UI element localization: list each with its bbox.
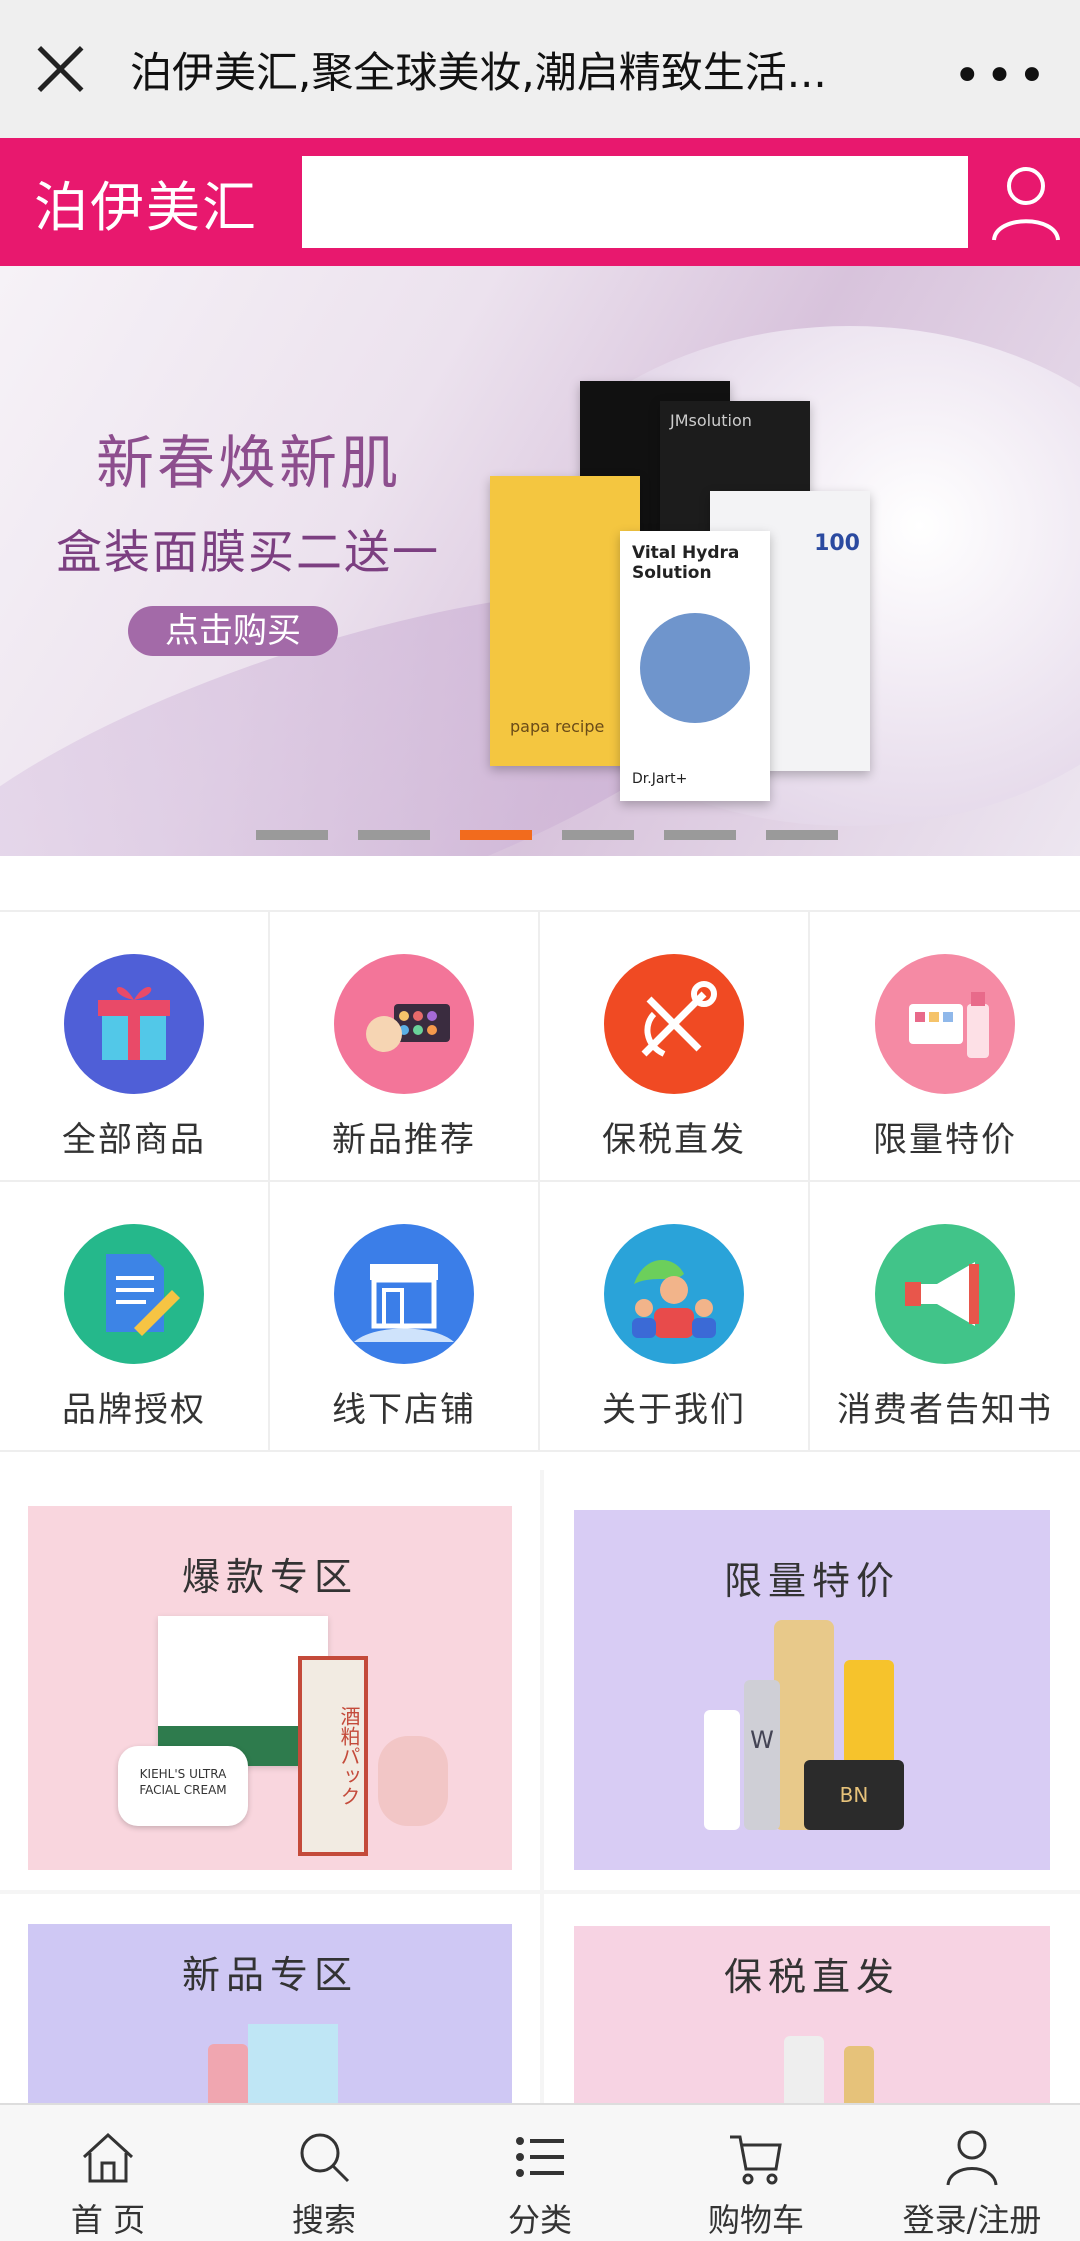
promo-card-new[interactable]: 新品专区: [0, 1894, 540, 2110]
promo-card-hot[interactable]: 爆款专区 KIEHL'S ULTRA FACIAL CREAM 酒粕パック: [0, 1470, 540, 1890]
promo-card-bg: 新品专区: [28, 1924, 512, 2110]
mask-circle: [640, 613, 750, 723]
nav-label: 分类: [507, 2201, 572, 2239]
mask-products-image: JMsolution papa recipe 100 Vital Hydra S…: [490, 381, 940, 821]
mask-brand-text: Dr.Jart+: [632, 771, 688, 787]
perfume-bottle: [378, 1736, 448, 1826]
product-bottle: [844, 2046, 874, 2110]
anchor-icon: [604, 954, 744, 1094]
nav-label: 登录/注册: [902, 2201, 1042, 2239]
gift-icon: [64, 954, 204, 1094]
grid-item-label: 新品推荐: [332, 1120, 476, 1160]
banner-headline: 新春焕新肌: [96, 429, 402, 497]
pagination-dot[interactable]: [460, 830, 532, 840]
drjart-mask-box: Vital Hydra Solution Dr.Jart+: [620, 531, 770, 801]
silver-bottle: W: [744, 1680, 780, 1830]
nav-login-register[interactable]: 登录/注册: [864, 2105, 1080, 2241]
site-header: 泊伊美汇: [0, 138, 1080, 266]
nav-category[interactable]: 分类: [432, 2105, 648, 2241]
category-grid: 全部商品 新品推荐 保税直发 限量特价 品牌授权 线下店铺 关于我们 消费者告知…: [0, 910, 1080, 1452]
document-pencil-icon: [64, 1224, 204, 1364]
grid-item-label: 消费者告知书: [837, 1390, 1053, 1430]
promo-card-bg: 爆款专区 KIEHL'S ULTRA FACIAL CREAM 酒粕パック: [28, 1506, 512, 1870]
banner-subhead: 盒装面膜买二送一: [56, 525, 440, 579]
mask-brand-text: 100: [814, 531, 860, 556]
cosmetics-icon: [875, 954, 1015, 1094]
pagination-dot[interactable]: [664, 830, 736, 840]
product-label: KIEHL'S ULTRA FACIAL CREAM: [139, 1767, 227, 1797]
promo-title: 限量特价: [723, 1559, 900, 1603]
nav-label: 首 页: [70, 2201, 146, 2239]
banner-pagination: [256, 830, 838, 840]
pagination-dot[interactable]: [358, 830, 430, 840]
mask-brand-text: papa recipe: [510, 717, 605, 736]
mask-brand-text: JMsolution: [670, 411, 752, 430]
product-label: W: [750, 1726, 774, 1754]
search-icon: [300, 2133, 350, 2183]
browser-topbar: 泊伊美汇,聚全球美妆,潮启精致生活... •••: [0, 0, 1080, 138]
cart-icon: [730, 2135, 782, 2185]
promo-title: 保税直发: [723, 1955, 900, 1999]
nav-search[interactable]: 搜索: [216, 2105, 432, 2241]
storefront-icon: [334, 1224, 474, 1364]
grid-item-label: 关于我们: [602, 1390, 746, 1430]
grid-item-label: 全部商品: [62, 1120, 206, 1160]
nav-label: 搜索: [291, 2201, 356, 2239]
serum-bottle: [704, 1710, 740, 1830]
promo-card-bg: 限量特价 W BN: [574, 1510, 1050, 1870]
product-label: BN: [839, 1783, 869, 1807]
grid-item-brand-authorization[interactable]: 品牌授权: [0, 1182, 270, 1452]
cream-jar: BN: [804, 1760, 904, 1830]
kiehls-cream-jar: KIEHL'S ULTRA FACIAL CREAM: [118, 1746, 248, 1826]
grid-item-consumer-notice[interactable]: 消费者告知书: [810, 1182, 1080, 1452]
promo-banner[interactable]: 新春焕新肌 盒装面膜买二送一 点击购买 JMsolution papa reci…: [0, 266, 1080, 856]
promo-section: 爆款专区 KIEHL'S ULTRA FACIAL CREAM 酒粕パック 限量…: [0, 1470, 1080, 2110]
user-icon: [946, 2130, 998, 2186]
banner-buy-button[interactable]: 点击购买: [128, 606, 338, 656]
product-label: 酒粕パック: [337, 1706, 361, 1806]
nav-cart[interactable]: 购物车: [648, 2105, 864, 2241]
grid-item-label: 保税直发: [602, 1120, 746, 1160]
nav-home[interactable]: 首 页: [0, 2105, 216, 2241]
page-title: 泊伊美汇,聚全球美妆,潮启精致生活...: [130, 47, 827, 97]
grid-item-offline-stores[interactable]: 线下店铺: [270, 1182, 540, 1452]
promo-title: 新品专区: [181, 1953, 358, 1997]
product-bottle: [784, 2036, 824, 2110]
team-globe-icon: [604, 1224, 744, 1364]
grid-item-limited-special[interactable]: 限量特价: [810, 912, 1080, 1182]
promo-card-bonded[interactable]: 保税直发: [544, 1894, 1080, 2110]
makeup-palette-icon: [334, 954, 474, 1094]
user-icon[interactable]: [986, 160, 1066, 244]
pagination-dot[interactable]: [766, 830, 838, 840]
list-icon: [516, 2137, 564, 2177]
papa-recipe-mask-box: papa recipe: [490, 476, 640, 766]
grid-item-label: 限量特价: [873, 1120, 1017, 1160]
grid-item-about-us[interactable]: 关于我们: [540, 1182, 810, 1452]
promo-card-bg: 保税直发: [574, 1926, 1050, 2110]
bottom-nav: 首 页 搜索 分类 购物车 登录/注册: [0, 2103, 1080, 2241]
grid-item-all-products[interactable]: 全部商品: [0, 912, 270, 1182]
promo-card-limited[interactable]: 限量特价 W BN: [544, 1470, 1080, 1890]
megaphone-icon: [875, 1224, 1015, 1364]
pagination-dot[interactable]: [256, 830, 328, 840]
brand-logo[interactable]: 泊伊美汇: [34, 163, 282, 242]
search-input[interactable]: [302, 156, 968, 248]
product-bottle: [208, 2044, 248, 2110]
nav-label: 购物车: [707, 2201, 804, 2239]
product-box: [248, 2024, 338, 2110]
grid-item-label: 线下店铺: [332, 1390, 476, 1430]
grid-item-new-products[interactable]: 新品推荐: [270, 912, 540, 1182]
close-icon[interactable]: [30, 39, 90, 99]
sake-pack: 酒粕パック: [298, 1656, 368, 1856]
promo-title: 爆款专区: [181, 1555, 358, 1599]
mask-product-text: Vital Hydra Solution: [632, 543, 740, 583]
more-menu-icon[interactable]: •••: [953, 48, 1050, 104]
home-icon: [82, 2132, 134, 2183]
grid-item-label: 品牌授权: [62, 1390, 206, 1430]
pagination-dot[interactable]: [562, 830, 634, 840]
grid-item-bonded-direct[interactable]: 保税直发: [540, 912, 810, 1182]
